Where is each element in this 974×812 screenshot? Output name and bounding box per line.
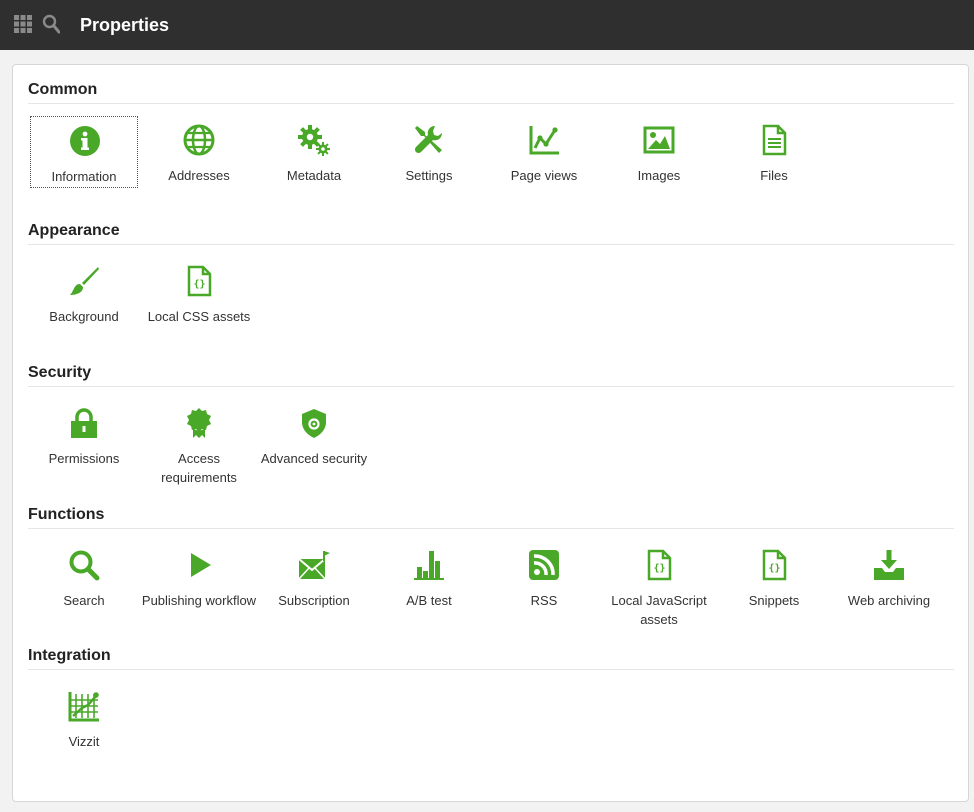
line-chart-icon xyxy=(528,124,560,156)
apps-grid-icon[interactable] xyxy=(14,15,32,33)
bar-chart-icon xyxy=(413,549,445,581)
access-requirements-button[interactable]: Access requirements xyxy=(145,399,253,485)
section-title: Common xyxy=(28,77,954,104)
search-icon xyxy=(68,549,100,581)
lock-icon xyxy=(68,407,100,439)
play-icon xyxy=(183,549,215,581)
item-label: Images xyxy=(637,168,681,183)
local-javascript-assets-button[interactable]: {} Local JavaScript assets xyxy=(605,541,713,627)
section-functions: Functions Search Publishing workflow Sub… xyxy=(28,502,954,629)
section-title: Security xyxy=(28,360,954,387)
section-title: Appearance xyxy=(28,218,954,245)
item-label: Permissions xyxy=(48,451,120,466)
rss-button[interactable]: RSS xyxy=(490,541,598,613)
page-views-button[interactable]: Page views xyxy=(490,116,598,188)
images-button[interactable]: Images xyxy=(605,116,713,188)
item-label: Metadata xyxy=(286,168,342,183)
addresses-button[interactable]: Addresses xyxy=(145,116,253,188)
background-button[interactable]: Background xyxy=(30,257,138,329)
properties-panel: Common Information Addresses Metadata Se… xyxy=(12,64,969,802)
grid-chart-icon xyxy=(68,690,100,722)
local-css-assets-button[interactable]: {} Local CSS assets xyxy=(145,257,253,329)
subscription-button[interactable]: Subscription xyxy=(260,541,368,613)
top-bar: Properties xyxy=(0,0,974,50)
item-label: Access requirements xyxy=(161,451,237,485)
section-common: Common Information Addresses Metadata Se… xyxy=(28,77,954,204)
section-appearance: Appearance Background {} Local CSS asset… xyxy=(28,218,954,345)
envelope-icon xyxy=(298,549,330,581)
ab-test-button[interactable]: A/B test xyxy=(375,541,483,613)
download-tray-icon xyxy=(873,549,905,581)
item-label: Local CSS assets xyxy=(147,309,251,324)
item-label: Page views xyxy=(510,168,578,183)
item-label: Snippets xyxy=(748,593,800,608)
item-label: Addresses xyxy=(168,168,230,183)
globe-icon xyxy=(183,124,215,156)
svg-text:{}: {} xyxy=(768,563,780,574)
image-icon xyxy=(643,124,675,156)
metadata-button[interactable]: Metadata xyxy=(260,116,368,188)
item-label: RSS xyxy=(530,593,558,608)
code-file-icon: {} xyxy=(183,265,215,297)
vizzit-button[interactable]: Vizzit xyxy=(30,682,138,754)
item-label: Information xyxy=(51,169,117,184)
section-title: Functions xyxy=(28,502,954,529)
publishing-workflow-button[interactable]: Publishing workflow xyxy=(142,541,256,613)
code-file-icon: {} xyxy=(758,549,790,581)
page-title: Properties xyxy=(80,15,170,35)
search-icon[interactable] xyxy=(42,14,61,34)
file-icon xyxy=(758,124,790,156)
rss-icon xyxy=(528,549,560,581)
item-label: Settings xyxy=(405,168,453,183)
permissions-button[interactable]: Permissions xyxy=(30,399,138,471)
item-label: A/B test xyxy=(406,593,452,608)
information-button[interactable]: Information xyxy=(30,116,138,188)
web-archiving-button[interactable]: Web archiving xyxy=(835,541,943,613)
shield-icon xyxy=(298,407,330,439)
svg-text:{}: {} xyxy=(193,279,205,290)
item-label: Publishing workflow xyxy=(141,593,257,608)
award-icon xyxy=(183,407,215,439)
tools-icon xyxy=(413,124,445,156)
item-label: Advanced security xyxy=(260,451,368,466)
gears-icon xyxy=(298,124,330,156)
item-label: Search xyxy=(63,593,105,608)
files-button[interactable]: Files xyxy=(720,116,828,188)
item-label: Local JavaScript assets xyxy=(611,593,707,627)
info-icon xyxy=(69,125,101,157)
code-file-icon: {} xyxy=(643,549,675,581)
item-label: Vizzit xyxy=(68,734,100,749)
svg-text:{}: {} xyxy=(653,563,665,574)
item-label: Background xyxy=(49,309,119,324)
settings-button[interactable]: Settings xyxy=(375,116,483,188)
advanced-security-button[interactable]: Advanced security xyxy=(260,399,368,471)
search-button[interactable]: Search xyxy=(30,541,138,613)
item-label: Subscription xyxy=(278,593,350,608)
brush-icon xyxy=(68,265,100,297)
item-label: Files xyxy=(760,168,788,183)
section-security: Security Permissions Access requirements… xyxy=(28,360,954,487)
section-title: Integration xyxy=(28,643,954,670)
snippets-button[interactable]: {} Snippets xyxy=(720,541,828,613)
item-label: Web archiving xyxy=(847,593,931,608)
section-integration: Integration Vizzit xyxy=(28,643,954,770)
